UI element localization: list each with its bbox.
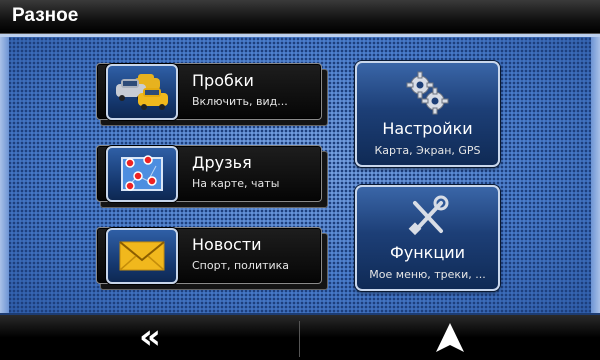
menu-item-subtitle: На карте, чаты (192, 177, 280, 190)
traffic-cars-icon (106, 64, 178, 120)
menu-panel: Пробки Включить, вид... Друзья На карте,… (0, 34, 600, 315)
navigation-button[interactable] (433, 321, 467, 355)
settings-subtitle: Карта, Экран, GPS (374, 144, 481, 157)
settings-label: Настройки (382, 119, 473, 138)
functions-subtitle: Мое меню, треки, ... (369, 268, 486, 281)
menu-item-subtitle: Спорт, политика (192, 259, 290, 272)
settings-button[interactable]: Настройки Карта, Экран, GPS (355, 61, 500, 167)
gears-icon (357, 69, 498, 115)
tools-icon (357, 193, 498, 239)
menu-item-label: Пробки (192, 71, 254, 90)
envelope-icon (106, 228, 178, 284)
menu-item-subtitle: Включить, вид... (192, 95, 288, 108)
divider (299, 321, 300, 357)
page-title: Разное (12, 5, 79, 26)
menu-item-label: Друзья (192, 153, 252, 172)
navigation-arrow-icon (436, 323, 464, 352)
menu-item-traffic[interactable]: Пробки Включить, вид... (96, 63, 328, 126)
bottom-bar: « (0, 315, 600, 360)
menu-item-label: Новости (192, 235, 262, 254)
functions-label: Функции (389, 243, 466, 262)
title-bar: Разное (0, 0, 600, 34)
menu-item-news[interactable]: Новости Спорт, политика (96, 227, 328, 290)
double-chevron-left-icon: « (139, 317, 161, 357)
functions-button[interactable]: Функции Мое меню, треки, ... (355, 185, 500, 291)
friends-map-icon (106, 146, 178, 202)
back-button[interactable]: « (125, 320, 175, 355)
menu-item-friends[interactable]: Друзья На карте, чаты (96, 145, 328, 208)
